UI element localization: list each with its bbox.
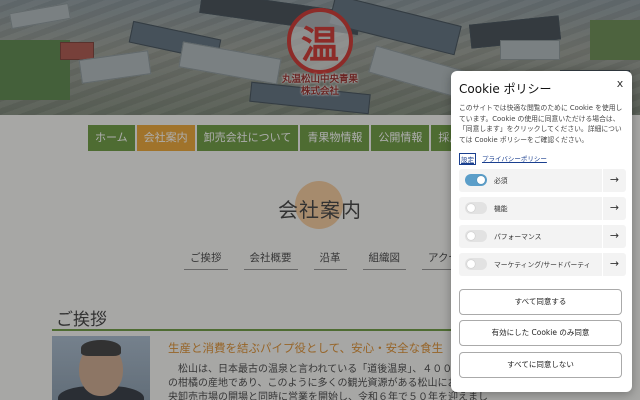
cookie-category-marketing: マーケティング/サードパーティ → xyxy=(459,253,626,276)
category-label: マーケティング/サードパーティ xyxy=(494,261,591,269)
accept-enabled-button[interactable]: 有効にした Cookie のみ同意 xyxy=(459,320,622,346)
required-toggle[interactable] xyxy=(465,174,487,186)
arrow-right-icon[interactable]: → xyxy=(602,169,626,192)
cookie-category-functional: 機能 → xyxy=(459,197,626,220)
cookie-dialog-title: Cookie ポリシー xyxy=(459,82,552,96)
cookie-policy-dialog: Cookie ポリシー x このサイトでは快適な閲覧のために Cookie を使… xyxy=(451,71,632,392)
arrow-right-icon[interactable]: → xyxy=(602,197,626,220)
close-icon[interactable]: x xyxy=(614,77,626,90)
accept-all-button[interactable]: すべて同意する xyxy=(459,289,622,315)
functional-toggle[interactable] xyxy=(465,202,487,214)
privacy-policy-link[interactable]: プライバシーポリシー xyxy=(482,153,547,165)
arrow-right-icon[interactable]: → xyxy=(602,225,626,248)
cookie-category-performance: パフォーマンス → xyxy=(459,225,626,248)
arrow-right-icon[interactable]: → xyxy=(602,253,626,276)
performance-toggle[interactable] xyxy=(465,230,487,242)
category-label: 必須 xyxy=(494,177,508,185)
cookie-links: 設定 プライバシーポリシー xyxy=(459,153,547,165)
reject-all-button[interactable]: すべてに同意しない xyxy=(459,352,622,378)
marketing-toggle[interactable] xyxy=(465,258,487,270)
category-label: パフォーマンス xyxy=(494,233,542,241)
settings-link[interactable]: 設定 xyxy=(459,153,476,165)
cookie-category-required: 必須 → xyxy=(459,169,626,192)
category-label: 機能 xyxy=(494,205,508,213)
cookie-description: このサイトでは快適な閲覧のために Cookie を使用しています。Cookie … xyxy=(459,104,623,144)
